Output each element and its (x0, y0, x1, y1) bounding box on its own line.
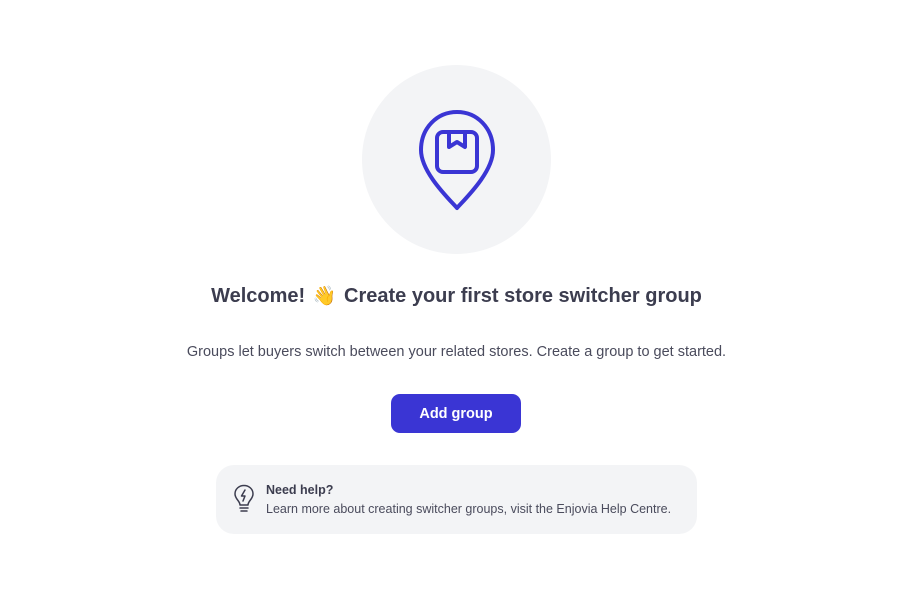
help-title: Need help? (266, 483, 334, 497)
title-welcome: Welcome! (211, 285, 306, 307)
waving-hand-emoji: 👋 (312, 285, 337, 307)
add-group-button[interactable]: Add group (391, 394, 521, 433)
help-text: Learn more about creating switcher group… (266, 502, 672, 516)
help-card: Need help? Learn more about creating swi… (216, 465, 697, 534)
page-title: Welcome! 👋 Create your first store switc… (0, 284, 913, 308)
page-description: Groups let buyers switch between your re… (186, 344, 727, 360)
lightbulb-icon (234, 484, 254, 512)
title-main: Create your first store switcher group (344, 285, 702, 307)
empty-state-page: Welcome! 👋 Create your first store switc… (0, 0, 920, 600)
store-location-pin-icon (418, 109, 495, 210)
illustration-circle (362, 65, 551, 254)
